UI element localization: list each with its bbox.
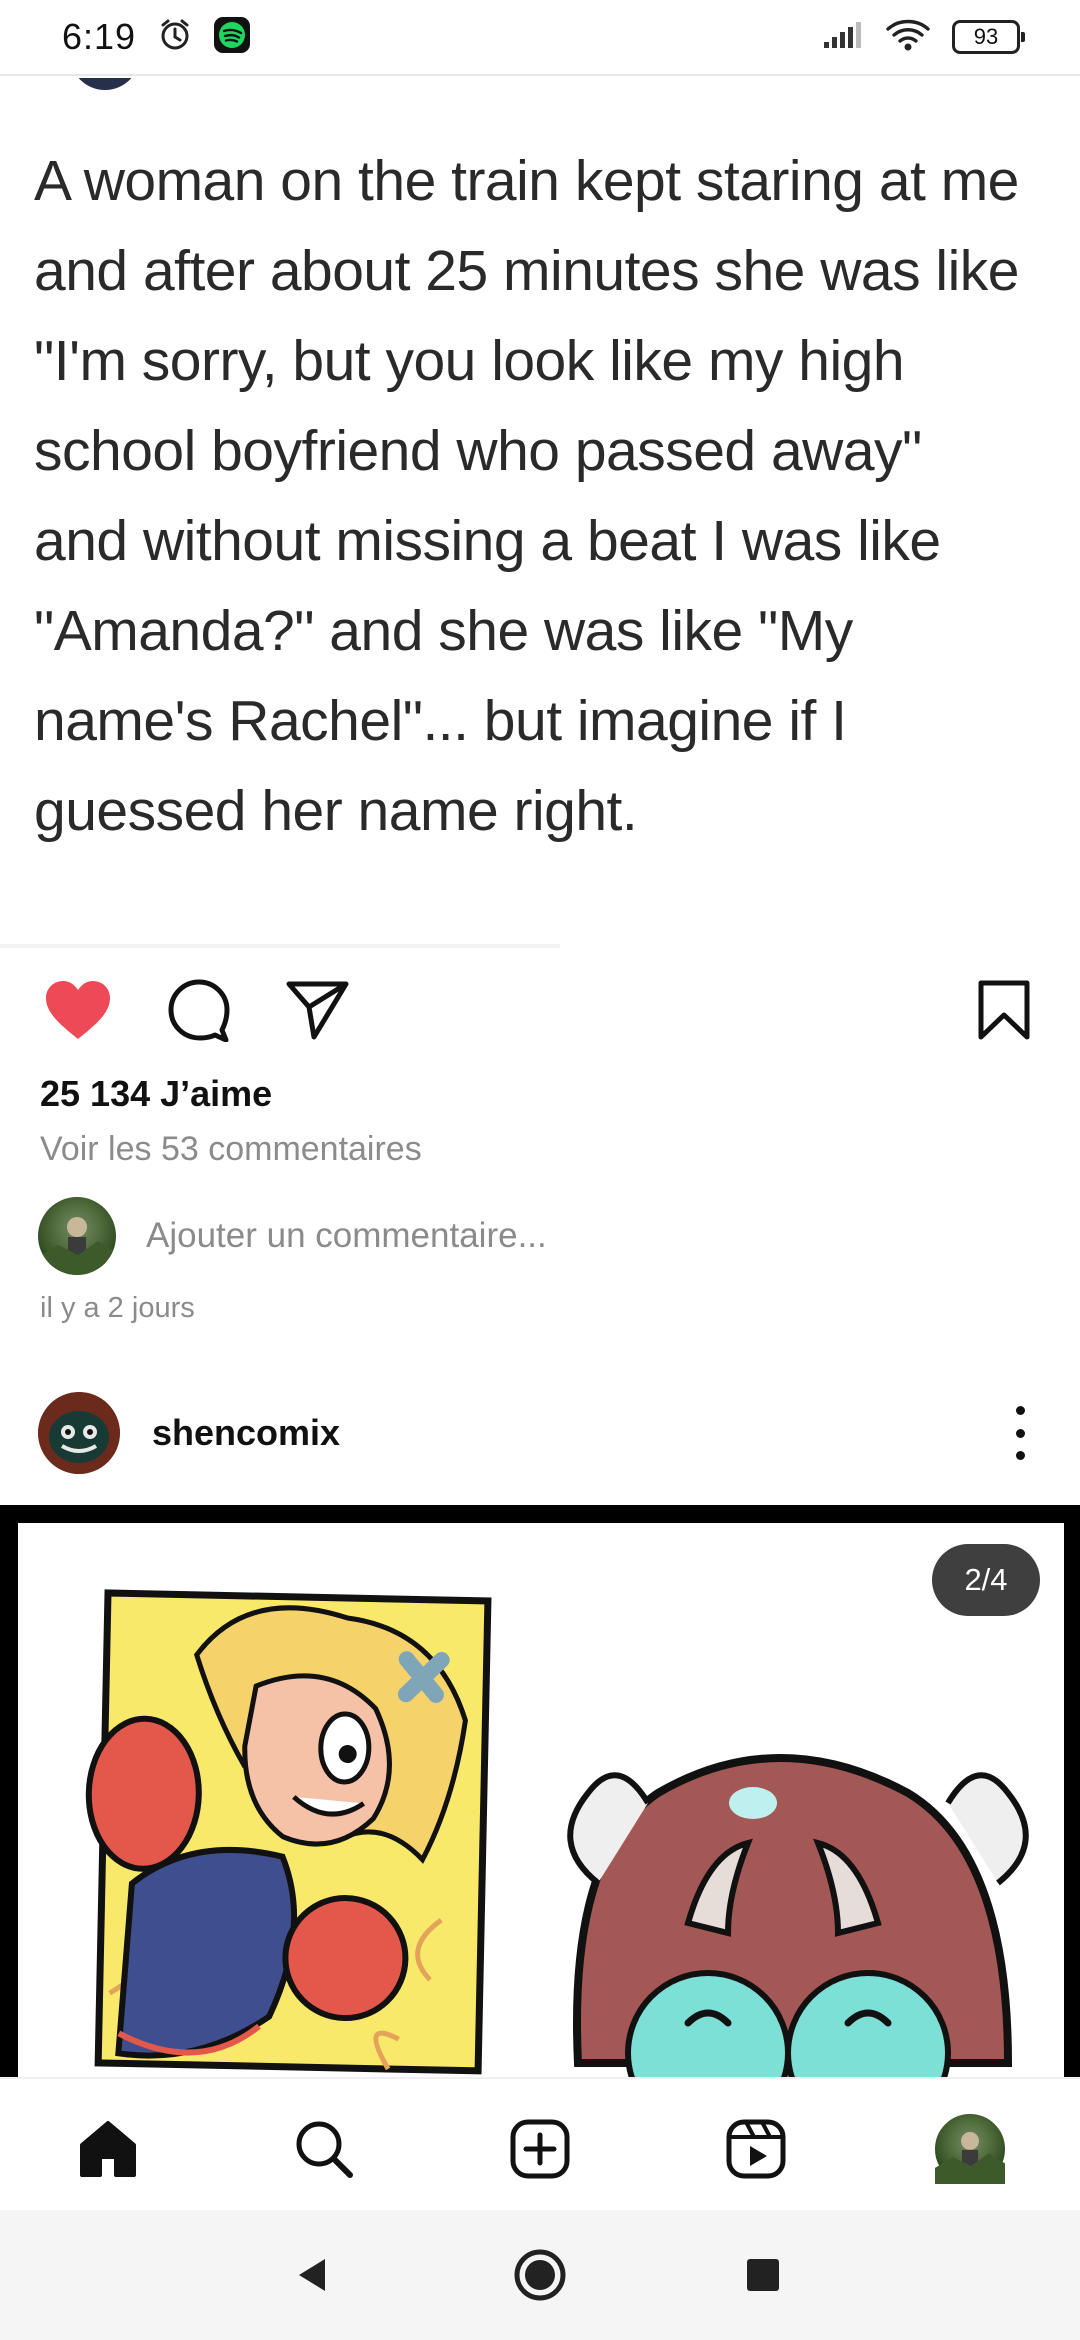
search-icon[interactable] bbox=[284, 2109, 364, 2189]
comic-illustration bbox=[85, 1589, 1029, 2077]
spotify-icon bbox=[214, 16, 251, 58]
carousel-page-indicator: 2/4 bbox=[932, 1544, 1040, 1616]
author-avatar[interactable] bbox=[38, 1392, 120, 1474]
comment-button[interactable] bbox=[158, 970, 238, 1050]
author-username[interactable]: shencomix bbox=[152, 1412, 340, 1454]
comment-icon bbox=[168, 979, 230, 1042]
like-button[interactable] bbox=[38, 970, 118, 1050]
status-bar: 6:19 93 bbox=[0, 0, 1080, 76]
signal-icon bbox=[822, 20, 864, 55]
home-circle-icon[interactable] bbox=[507, 2242, 573, 2308]
avatar bbox=[933, 2112, 1007, 2186]
system-nav-bar bbox=[0, 2210, 1080, 2340]
like-count[interactable]: 25 134 J’aime bbox=[40, 1073, 272, 1115]
alarm-icon bbox=[158, 18, 192, 57]
post-image-quote[interactable]: A woman on the train kept staring at me … bbox=[0, 78, 1080, 948]
wifi-icon bbox=[886, 18, 930, 57]
send-icon bbox=[286, 981, 349, 1040]
quote-text: A woman on the train kept staring at me … bbox=[34, 149, 1019, 843]
cropped-avatar bbox=[70, 78, 140, 90]
status-time: 6:19 bbox=[62, 16, 137, 57]
add-comment-row[interactable]: Ajouter un commentaire... bbox=[38, 1196, 547, 1276]
battery-icon: 93 bbox=[952, 20, 1025, 54]
status-left: 6:19 bbox=[62, 16, 251, 58]
status-right: 93 bbox=[822, 18, 1025, 57]
create-icon[interactable] bbox=[500, 2109, 580, 2189]
bottom-nav bbox=[0, 2077, 1080, 2212]
post-actions bbox=[0, 970, 1080, 1050]
share-button[interactable] bbox=[278, 970, 358, 1050]
profile-avatar[interactable] bbox=[930, 2109, 1010, 2189]
divider bbox=[0, 944, 560, 948]
add-comment-input[interactable]: Ajouter un commentaire... bbox=[146, 1216, 547, 1256]
bookmark-icon bbox=[978, 980, 1030, 1040]
save-button[interactable] bbox=[964, 970, 1044, 1050]
back-icon[interactable] bbox=[280, 2242, 346, 2308]
home-icon[interactable] bbox=[68, 2109, 148, 2189]
comic-canvas bbox=[18, 1523, 1064, 2077]
reels-icon[interactable] bbox=[716, 2109, 796, 2189]
post-header: shencomix bbox=[0, 1390, 1080, 1476]
avatar bbox=[38, 1197, 116, 1275]
more-options-icon[interactable] bbox=[1000, 1406, 1040, 1460]
recents-icon[interactable] bbox=[730, 2242, 796, 2308]
post-image-comic[interactable] bbox=[0, 1505, 1080, 2077]
post-timestamp: il y a 2 jours bbox=[40, 1292, 195, 1324]
view-comments-link[interactable]: Voir les 53 commentaires bbox=[40, 1130, 422, 1169]
heart-filled-icon bbox=[46, 981, 110, 1039]
